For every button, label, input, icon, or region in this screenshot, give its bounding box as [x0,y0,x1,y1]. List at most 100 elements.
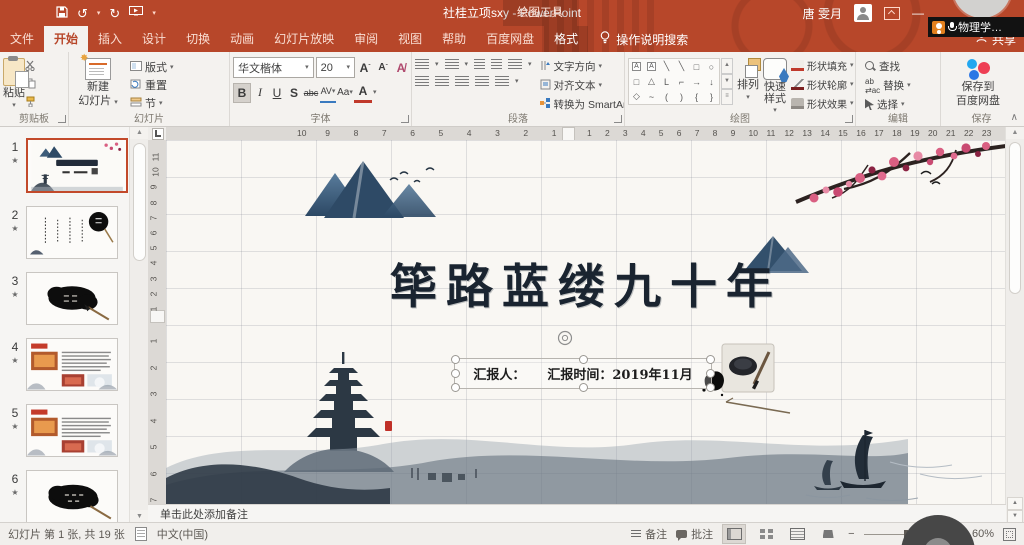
shape-icon[interactable]: { [695,92,698,102]
comments-toggle[interactable]: 批注 [676,526,713,542]
slide-thumbnail-4[interactable]: 4★ [4,338,129,391]
ribbon-display-options-icon[interactable] [884,7,900,20]
thumb-scroll-up-icon[interactable]: ▲ [130,126,149,139]
notes-pane[interactable]: 单击此处添加备注 [148,504,1006,523]
user-avatar-icon[interactable] [854,4,872,22]
shape-icon[interactable]: □ [634,77,639,87]
shape-icon[interactable]: ~ [649,92,654,102]
font-color-dropdown-icon[interactable]: ▾ [373,89,377,96]
find-button[interactable]: 查找 [865,59,938,74]
tab-百度网盘[interactable]: 百度网盘 [476,26,544,52]
tab-设计[interactable]: 设计 [132,26,176,52]
shape-icon[interactable]: ) [680,92,683,102]
format-painter-icon[interactable] [25,96,37,110]
normal-view-button[interactable] [722,524,746,544]
character-spacing-button[interactable]: AV▾ [320,83,336,103]
slide-thumbnail-2[interactable]: 2★ [4,206,129,259]
reset-button[interactable]: 重置 [130,78,174,92]
bold-button[interactable]: B [233,83,251,103]
shape-effects-button[interactable]: 形状效果▾ [791,96,854,111]
shapes-scroll-down-icon[interactable]: ▼ [721,74,733,90]
slide-thumbnail-5[interactable]: 5★ [4,404,129,457]
strikethrough-button[interactable]: abc [303,84,319,102]
thumbnail-image[interactable] [26,272,118,325]
decrease-indent-icon[interactable] [474,59,485,70]
reading-view-button[interactable] [786,525,808,543]
meeting-participant-bar[interactable]: 物理学… [928,17,1024,37]
notes-toggle[interactable]: 备注 [631,526,667,542]
resize-handle[interactable] [579,383,588,392]
shape-icon[interactable]: ⌐ [679,77,684,87]
undo-icon[interactable]: ↺ [77,7,88,20]
shadow-button[interactable]: S [286,84,302,102]
slide-title-text[interactable]: 筚路蓝缕九十年 [166,248,1006,317]
shape-icon[interactable]: ╲ [679,61,684,72]
arrange-button[interactable]: 排列▾ [737,55,759,101]
shape-outline-button[interactable]: 形状轮廓▾ [791,77,854,92]
increase-indent-icon[interactable] [491,59,502,70]
slide-thumbnail-1[interactable]: 1★ [4,138,129,193]
shapes-scroll-up-icon[interactable]: ▲ [721,58,733,74]
bullets-icon[interactable] [415,59,429,70]
shape-icon[interactable]: △ [648,76,655,87]
resize-handle[interactable] [706,355,715,364]
shape-icon[interactable]: } [710,92,713,102]
justify-icon[interactable] [475,76,489,87]
resize-handle[interactable] [451,369,460,378]
start-slideshow-icon[interactable] [129,6,143,20]
tab-动画[interactable]: 动画 [220,26,264,52]
paste-button[interactable]: 粘贴▾ [3,55,25,110]
resize-handle[interactable] [579,355,588,364]
font-name-select[interactable]: 华文楷体▾ [233,57,314,78]
tell-me-search[interactable]: 操作说明搜索 [600,26,688,52]
align-text-button[interactable]: 对齐文本▾ [540,78,625,93]
shape-icon[interactable]: ◇ [633,91,640,102]
section-button[interactable]: 节▾ [130,96,174,110]
zoom-level[interactable]: 60% [972,528,994,540]
fit-slide-icon[interactable] [1003,528,1016,541]
thumb-scroll-thumb[interactable] [133,143,146,261]
italic-button[interactable]: I [252,84,268,102]
font-color-button[interactable]: A [354,82,372,103]
clear-formatting-icon[interactable]: A̸ [393,59,409,77]
slide-canvas[interactable]: 筚路蓝缕九十年 汇报人： 汇报时间：2019年11月 [166,140,1006,505]
minimize-icon[interactable]: — [912,7,924,19]
resize-handle[interactable] [706,383,715,392]
drawing-dialog-launcher[interactable] [845,115,853,123]
vertical-scrollbar[interactable]: ▲ ▲ ▼ [1005,126,1024,523]
customize-qat-icon[interactable]: ▾ [152,10,156,17]
shape-fill-button[interactable]: 形状填充▾ [791,58,854,73]
thumbnail-image[interactable] [26,404,118,457]
layout-button[interactable]: 版式▾ [130,60,174,74]
tab-审阅[interactable]: 审阅 [344,26,388,52]
scroll-thumb[interactable] [1009,142,1021,294]
tab-幻灯片放映[interactable]: 幻灯片放映 [264,26,344,52]
previous-slide-icon[interactable]: ▲ [1007,497,1023,510]
tab-格式[interactable]: 格式 [544,26,588,52]
collapse-ribbon-icon[interactable]: ∧ [1011,112,1018,123]
language-indicator[interactable]: 中文(中国) [157,526,208,542]
tab-插入[interactable]: 插入 [88,26,132,52]
shape-icon[interactable]: L [664,77,669,87]
columns-icon[interactable] [495,76,509,87]
tab-视图[interactable]: 视图 [388,26,432,52]
undo-dropdown-icon[interactable]: ▾ [97,10,101,17]
user-name[interactable]: 唐 雯月 [803,5,842,22]
zoom-out-button[interactable]: − [848,528,854,540]
text-direction-button[interactable]: 文字方向▾ [540,59,625,74]
underline-button[interactable]: U [269,84,285,102]
thumbnail-image[interactable] [26,338,118,391]
scroll-up-icon[interactable]: ▲ [1006,126,1024,139]
resize-handle[interactable] [706,369,715,378]
resize-handle[interactable] [451,383,460,392]
resize-handle[interactable] [451,355,460,364]
proofing-icon[interactable] [135,527,147,541]
change-case-button[interactable]: Aa▾ [337,84,353,102]
slide-thumbnail-6[interactable]: 6★ [4,470,129,523]
shape-icon[interactable]: → [692,77,701,87]
font-dialog-launcher[interactable] [401,115,409,123]
shape-icon[interactable]: □ [694,62,699,72]
slide-thumbnail-3[interactable]: 3★ [4,272,129,325]
shape-icon[interactable]: ↓ [709,77,714,87]
align-left-icon[interactable] [415,76,429,87]
